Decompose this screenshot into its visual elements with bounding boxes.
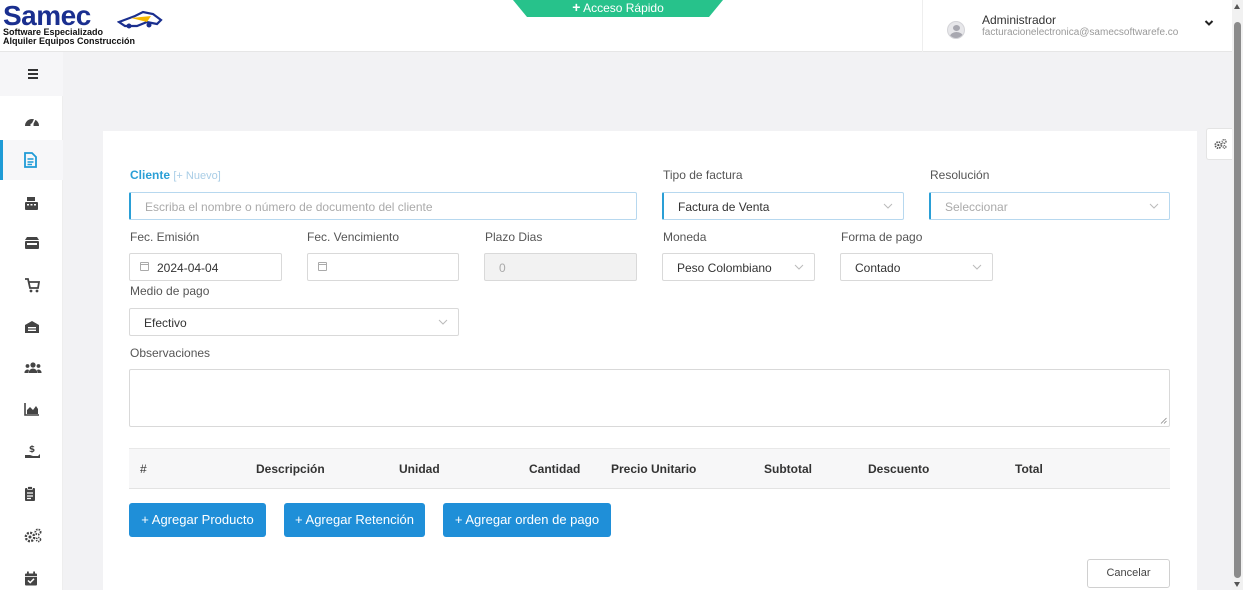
column-header-descuento: Descuento [868,462,930,476]
sidebar-item-store[interactable] [0,224,63,264]
items-table-header: # Descripción Unidad Cantidad Precio Uni… [129,448,1170,489]
add-product-button[interactable]: + Agregar Producto [129,503,266,537]
menu-toggle-icon[interactable] [0,52,63,96]
observaciones-textarea[interactable] [129,369,1170,427]
sidebar-item-calendar[interactable] [0,559,63,590]
cliente-label: Cliente [+ Nuevo] [130,168,221,182]
medio-pago-label: Medio de pago [130,284,210,298]
new-client-link[interactable]: [+ Nuevo] [173,170,220,182]
sidebar-item-settings[interactable] [0,516,63,556]
chevron-down-icon [883,203,893,209]
plazo-dias-label: Plazo Dias [485,230,543,244]
column-header-number: # [140,462,147,476]
forma-pago-select[interactable]: Contado [840,253,993,281]
scroll-down-arrow-icon[interactable] [1234,582,1240,587]
cash-register-icon [25,197,38,210]
moneda-label: Moneda [663,230,707,244]
tipo-factura-select[interactable]: Factura de Venta [662,192,904,220]
cancel-button[interactable]: Cancelar [1087,559,1170,588]
tipo-factura-label: Tipo de factura [663,168,743,182]
chevron-down-icon [794,264,804,270]
sidebar-item-clients[interactable] [0,349,63,389]
top-bar: Samec Software Especializado Alquiler Eq… [0,0,1232,52]
add-payment-order-button[interactable]: + Agregar orden de pago [443,503,611,537]
truck-logo-icon [117,10,163,29]
sidebar-item-warehouse[interactable] [0,308,63,348]
forma-pago-label: Forma de pago [841,230,923,244]
hand-dollar-icon: $ [25,445,40,458]
invoice-document-icon [24,152,37,168]
samec-logo[interactable]: Samec Software Especializado Alquiler Eq… [3,0,168,48]
sidebar-item-invoices[interactable] [0,140,63,180]
column-header-precio-unitario: Precio Unitario [611,462,697,476]
resize-grip-icon[interactable] [1160,417,1167,424]
cogs-icon [1214,138,1227,149]
user-email: facturacionelectronica@samecsoftwarefe.c… [982,27,1179,38]
scrollbar-thumb[interactable] [1234,22,1241,578]
observaciones-label: Observaciones [130,346,211,360]
settings-panel-toggle[interactable] [1206,128,1232,160]
logo-subtitle-line2: Alquiler Equipos Construcción [3,36,136,46]
chevron-down-icon [972,264,982,270]
quick-access-label: Acceso Rápido [583,1,664,15]
dashboard-icon [25,118,39,127]
column-header-unidad: Unidad [399,462,440,476]
sidebar-item-tasks[interactable] [0,474,63,514]
warehouse-icon [25,321,39,333]
quick-access-button[interactable]: + Acceso Rápido [513,0,723,17]
fec-emision-datepicker[interactable]: 2024-04-04 [129,253,282,281]
moneda-select[interactable]: Peso Colombiano [662,253,815,281]
medio-pago-select[interactable]: Efectivo [129,308,459,336]
user-avatar-icon [947,21,965,39]
invoice-form-card: Cliente [+ Nuevo] Tipo de factura Resolu… [103,131,1197,590]
sidebar-item-dashboard[interactable] [0,102,63,142]
calendar-icon [140,262,149,271]
sidebar: $ [0,52,63,590]
sidebar-item-reports[interactable] [0,390,63,430]
plus-icon: + [572,0,581,15]
chevron-down-icon [438,319,448,325]
column-header-total: Total [1015,462,1043,476]
calendar-icon [318,262,327,271]
cart-icon [25,278,40,293]
cogs-icon [24,528,42,543]
column-header-cantidad: Cantidad [529,462,581,476]
plazo-dias-input: 0 [484,253,637,281]
fec-emision-label: Fec. Emisión [130,230,200,244]
chevron-down-icon [1149,203,1159,209]
client-search-input[interactable]: Escriba el nombre o número de documento … [129,192,637,220]
column-header-descripcion: Descripción [256,462,325,476]
calendar-check-icon [25,571,37,586]
users-icon [24,362,42,373]
sidebar-item-purchases[interactable] [0,266,63,306]
store-icon [25,237,39,249]
area-chart-icon [24,403,39,416]
fec-vencimiento-datepicker[interactable] [307,253,459,281]
user-menu[interactable]: Administrador facturacionelectronica@sam… [922,0,1232,52]
clipboard-icon [25,486,35,501]
svg-text:$: $ [29,445,35,455]
sidebar-item-pos[interactable] [0,184,63,224]
resolucion-select[interactable]: Seleccionar [929,192,1170,220]
sidebar-item-payments[interactable]: $ [0,432,63,472]
resolucion-label: Resolución [930,168,990,182]
column-header-subtotal: Subtotal [764,462,812,476]
scroll-up-arrow-icon[interactable] [1234,4,1240,9]
fec-vencimiento-label: Fec. Vencimiento [307,230,400,244]
chevron-down-icon[interactable] [1204,18,1214,28]
add-retention-button[interactable]: + Agregar Retención [284,503,425,537]
vertical-scrollbar[interactable] [1232,0,1243,590]
user-name: Administrador [982,13,1057,27]
